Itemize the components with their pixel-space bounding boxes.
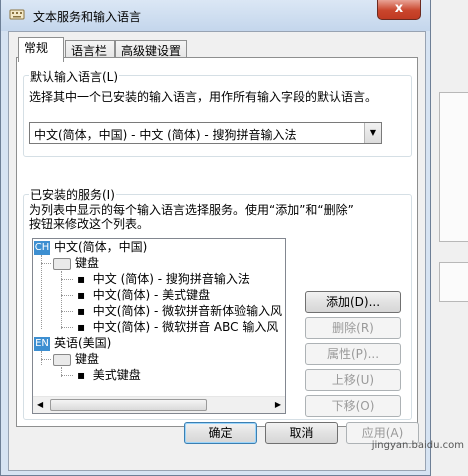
default-language-select[interactable]: 中文(简体，中国) - 中文 (简体) - 搜狗拼音输入法 ▼ bbox=[29, 122, 382, 144]
tab-label: 常规 bbox=[24, 41, 49, 55]
tree-item-label: 中文(简体) - 微软拼音新体验输入风 bbox=[92, 304, 283, 318]
scroll-left-icon[interactable]: ◀ bbox=[37, 400, 43, 409]
keyboard-icon bbox=[53, 353, 71, 366]
default-language-description: 选择其中一个已安装的输入语言，用作所有输入字段的默认语言。 bbox=[29, 90, 378, 104]
remove-button[interactable]: 删除(R) bbox=[305, 317, 401, 339]
tree-item[interactable]: ▪ 美式键盘 bbox=[77, 367, 141, 383]
installed-services-description-2: 按钮来修改这个列表。 bbox=[29, 217, 150, 231]
title-bar[interactable]: 文本服务和输入语言 x bbox=[1, 0, 430, 31]
background-panel bbox=[439, 262, 468, 302]
tab-label: 语言栏 bbox=[71, 44, 108, 58]
default-language-value: 中文(简体，中国) - 中文 (简体) - 搜狗拼音输入法 bbox=[34, 128, 297, 142]
tree-line bbox=[61, 279, 73, 280]
language-badge: EN bbox=[34, 336, 50, 351]
background-window bbox=[428, 0, 468, 476]
tree-node-label: 中文(简体，中国) bbox=[54, 240, 148, 254]
tree-item[interactable]: ▪ 中文(简体) - 微软拼音新体验输入风 bbox=[77, 303, 282, 319]
cancel-button[interactable]: 取消 bbox=[265, 422, 338, 444]
tree-line bbox=[41, 263, 51, 264]
close-icon: x bbox=[394, 1, 404, 16]
installed-services-tree[interactable]: CH 中文(简体，中国) 键盘 ▪ 中文 (简体) - 搜狗拼音输入法 ▪ 中文(… bbox=[32, 238, 286, 414]
tree-item[interactable]: ▪ 中文 (简体) - 搜狗拼音输入法 bbox=[77, 271, 250, 287]
tree-line bbox=[41, 359, 51, 360]
tab-panel-general: 默认输入语言(L) 选择其中一个已安装的输入语言，用作所有输入字段的默认语言。 … bbox=[16, 57, 418, 427]
move-down-button[interactable]: 下移(O) bbox=[305, 395, 401, 417]
watermark: jingyan.baidu.com bbox=[371, 440, 464, 451]
tree-line bbox=[41, 351, 42, 365]
add-button[interactable]: 添加(D)... bbox=[305, 291, 401, 313]
tree-item[interactable]: ▪ 中文(简体) - 美式键盘 bbox=[77, 287, 210, 303]
ok-button[interactable]: 确定 bbox=[184, 422, 257, 444]
tree-line bbox=[41, 255, 42, 329]
scrollbar-thumb[interactable] bbox=[50, 399, 207, 411]
keyboard-app-icon bbox=[9, 9, 25, 20]
dialog-client-area: 常规 语言栏 高级键设置 默认输入语言(L) 选择其中一个已安装的输入语言，用作… bbox=[8, 31, 426, 471]
default-language-label: 默认输入语言(L) bbox=[29, 68, 120, 85]
tree-item-label: 中文(简体) - 美式键盘 bbox=[92, 288, 211, 302]
tree-line bbox=[61, 295, 73, 296]
tab-general[interactable]: 常规 bbox=[18, 37, 64, 62]
tree-item-label: 中文 (简体) - 搜狗拼音输入法 bbox=[92, 272, 250, 286]
tab-label: 高级键设置 bbox=[121, 44, 182, 58]
tree-node-chinese[interactable]: CH 中文(简体，中国) bbox=[34, 239, 147, 255]
move-up-button[interactable]: 上移(U) bbox=[305, 369, 401, 391]
keyboard-icon bbox=[53, 257, 71, 270]
tree-node-label: 英语(美国) bbox=[54, 336, 112, 350]
scroll-right-icon[interactable]: ▶ bbox=[275, 400, 281, 409]
tree-node-keyboard[interactable]: 键盘 bbox=[53, 351, 99, 367]
tree-node-label: 键盘 bbox=[75, 352, 100, 366]
tree-line bbox=[61, 375, 73, 376]
text-services-dialog: 文本服务和输入语言 x 常规 语言栏 高级键设置 默认输入语言(L) 选择其中一… bbox=[0, 0, 431, 476]
language-badge: CH bbox=[34, 240, 50, 255]
background-panel bbox=[439, 92, 468, 242]
window-title: 文本服务和输入语言 bbox=[33, 10, 142, 24]
tree-item-label: 中文(简体) - 微软拼音 ABC 输入风 bbox=[92, 320, 279, 334]
horizontal-scrollbar[interactable]: ◀ ▶ bbox=[33, 396, 285, 413]
chevron-down-icon: ▼ bbox=[364, 123, 381, 143]
tree-node-label: 键盘 bbox=[75, 256, 100, 270]
tree-node-english[interactable]: EN 英语(美国) bbox=[34, 335, 111, 351]
tree-node-keyboard[interactable]: 键盘 bbox=[53, 255, 99, 271]
tree-item-label: 美式键盘 bbox=[92, 368, 141, 382]
close-button[interactable]: x bbox=[377, 0, 421, 20]
properties-button[interactable]: 属性(P)... bbox=[305, 343, 401, 365]
tree-line bbox=[61, 327, 73, 328]
tree-line bbox=[61, 311, 73, 312]
tree-item[interactable]: ▪ 中文(简体) - 微软拼音 ABC 输入风 bbox=[77, 319, 278, 335]
